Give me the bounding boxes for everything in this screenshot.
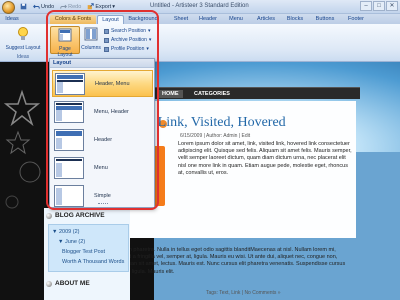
- post-meta: 6/15/2009 | Author: Admin | Edit: [180, 133, 251, 139]
- save-button[interactable]: [18, 2, 29, 11]
- suggest-layout-button[interactable]: Suggest Layout: [4, 26, 42, 51]
- tab-sheet[interactable]: Sheet: [170, 15, 192, 24]
- tab-footer[interactable]: Footer: [344, 15, 368, 24]
- about-me-heading: About Me: [46, 280, 90, 287]
- about-me-heading-text: About Me: [55, 280, 90, 287]
- bullet-icon: [46, 212, 52, 219]
- close-button[interactable]: ✕: [386, 1, 398, 11]
- export-label: Export: [95, 3, 112, 10]
- menu-item-categories[interactable]: CATEGORIES: [190, 90, 234, 98]
- undo-label: Undo: [41, 3, 55, 10]
- undo-icon: [33, 4, 40, 9]
- post-body-paragraph-2: Aliquam pharetra. Nulla in tellus eget o…: [112, 247, 346, 275]
- stars-decoration: [3, 89, 41, 209]
- left-decoration: [0, 62, 44, 300]
- suggest-layout-label: Suggest Layout: [5, 45, 41, 51]
- redo-icon: [60, 4, 68, 9]
- export-icon: [88, 3, 95, 10]
- menu-item-home[interactable]: HOME: [158, 90, 183, 98]
- archive-post-link[interactable]: Blogger Test Post: [62, 249, 105, 255]
- ribbon-group-ideas-label: Ideas: [16, 54, 30, 60]
- post-body-paragraph-1: Lorem ipsum dolor sit amet, link, visite…: [178, 141, 352, 176]
- minimize-button[interactable]: –: [360, 1, 372, 11]
- tab-header[interactable]: Header: [196, 15, 220, 24]
- window-title: Untitled - Artisteer 3 Standard Edition: [150, 3, 249, 9]
- chevron-down-icon: ▾: [112, 3, 115, 10]
- tab-menu[interactable]: Menu: [226, 15, 246, 24]
- maximize-button[interactable]: □: [373, 1, 385, 11]
- lightbulb-icon: [18, 27, 28, 40]
- blog-archive-heading-text: Blog Archive: [55, 212, 105, 219]
- archive-month[interactable]: ▼ June (2): [58, 239, 85, 245]
- highlight-annotation: [46, 10, 159, 210]
- post-footer: Tags: Text, Link | No Comments »: [206, 290, 281, 296]
- tab-buttons[interactable]: Buttons: [312, 15, 338, 24]
- bullet-icon: [46, 280, 52, 287]
- tab-ideas[interactable]: Ideas: [2, 15, 22, 24]
- tab-blocks[interactable]: Blocks: [284, 15, 306, 24]
- app-menu-button[interactable]: [2, 1, 15, 14]
- archive-year[interactable]: ▼ 2009 (2): [52, 229, 79, 235]
- blog-archive-heading: Blog Archive: [46, 212, 105, 219]
- redo-label: Redo: [68, 3, 82, 10]
- save-icon: [20, 3, 27, 10]
- window-controls: – □ ✕: [360, 1, 398, 11]
- tab-articles[interactable]: Articles: [254, 15, 278, 24]
- archive-post-link[interactable]: Worth A Thousand Words: [62, 259, 124, 265]
